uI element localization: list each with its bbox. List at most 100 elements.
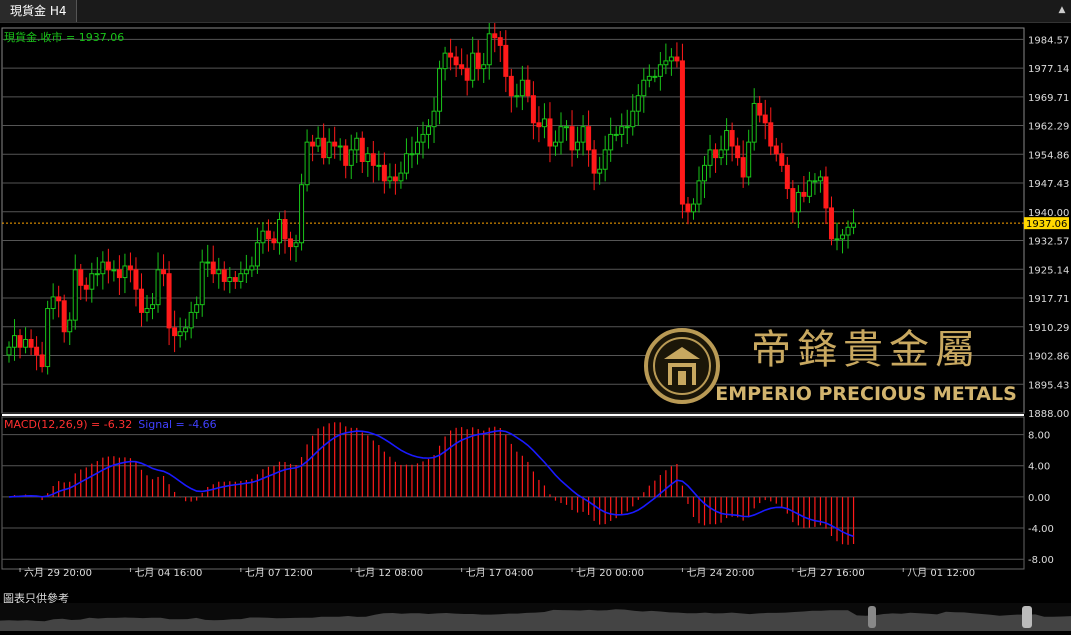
- candle-body: [713, 149, 719, 159]
- candle-body: [823, 176, 829, 209]
- y-tick-label: 1940.00: [1028, 208, 1069, 219]
- candle-body: [420, 133, 426, 143]
- candle-body: [61, 300, 67, 333]
- candle-body: [674, 56, 680, 62]
- candle-body: [271, 238, 277, 244]
- candle-body: [475, 52, 481, 70]
- candle-body: [138, 288, 144, 313]
- macd-panel-border: [1, 416, 1025, 570]
- macd-histogram: [13, 422, 855, 545]
- candle-body: [127, 265, 133, 271]
- candle-body: [89, 273, 95, 290]
- candle-body: [111, 269, 117, 272]
- candle-body: [354, 137, 360, 151]
- candle-body: [310, 141, 316, 147]
- candle-body: [304, 141, 310, 186]
- candle-body: [299, 184, 305, 244]
- candle-body: [100, 261, 106, 275]
- candle-body: [365, 153, 371, 162]
- candle-body: [552, 141, 558, 147]
- candle-body: [575, 141, 581, 151]
- candle-body: [39, 354, 45, 368]
- scroll-handle-right[interactable]: [1022, 606, 1032, 628]
- candle-body: [199, 261, 205, 306]
- candle-body: [376, 164, 382, 167]
- candle-body: [387, 176, 393, 182]
- candle-body: [321, 137, 327, 159]
- candle-body: [547, 118, 553, 147]
- candle-body: [464, 68, 470, 81]
- candle-body: [840, 234, 846, 240]
- x-tick-label: 七月 07 12:00: [245, 567, 313, 579]
- candle-body: [381, 164, 387, 182]
- candle-body: [238, 273, 244, 282]
- candle-body: [795, 191, 801, 213]
- x-tick-label: 七月 04 16:00: [134, 567, 202, 579]
- candle-body: [12, 335, 18, 348]
- x-tick-label: 七月 27 16:00: [797, 567, 865, 579]
- candle-body: [188, 311, 194, 329]
- macd-legend: MACD(12,26,9) = -6.32 Signal = -4.66: [4, 418, 217, 431]
- candle-body: [243, 269, 249, 275]
- candle-body: [586, 126, 592, 151]
- scroll-handle-left[interactable]: [868, 606, 876, 628]
- candle-body: [481, 64, 487, 70]
- candle-body: [685, 203, 691, 213]
- candle-body: [78, 269, 84, 286]
- candle-body: [183, 327, 189, 333]
- candle-body: [834, 238, 840, 241]
- candle-body: [696, 180, 702, 205]
- y-tick-label: 1925.14: [1028, 265, 1069, 276]
- y-tick-label: 1962.29: [1028, 122, 1069, 133]
- candle-body: [370, 153, 376, 166]
- candle-body: [519, 79, 525, 97]
- candle-body: [790, 188, 796, 213]
- candle-body: [514, 95, 520, 98]
- candle-body: [630, 110, 636, 128]
- candle-body: [210, 261, 216, 275]
- chart-canvas: 1984.57 1977.14 1969.71 1962.29 1954.86 1947.…: [1, 23, 1069, 579]
- candle-body: [265, 230, 271, 240]
- candle-body: [403, 153, 409, 174]
- candle-body: [536, 122, 542, 128]
- candle-body: [530, 95, 536, 124]
- candle-body: [851, 222, 857, 228]
- candle-body: [83, 284, 89, 290]
- x-tick-label: 七月 24 20:00: [686, 567, 754, 579]
- candle-body: [646, 75, 652, 81]
- candle-body: [486, 33, 492, 66]
- candle-body: [718, 149, 724, 159]
- candle-body: [6, 346, 12, 356]
- candle-body: [205, 261, 211, 264]
- y-tick-label: 1888.00: [1028, 409, 1069, 420]
- macd-y-tick-label: -4.00: [1028, 524, 1054, 535]
- collapse-icon[interactable]: ▲: [1057, 4, 1067, 16]
- chart-tab[interactable]: 現貨金 H4: [0, 0, 78, 22]
- candle-body: [619, 126, 625, 135]
- candle-body: [337, 145, 343, 148]
- candle-body: [470, 52, 476, 81]
- candle-body: [437, 68, 443, 112]
- candle-body: [597, 168, 603, 174]
- candle-body: [817, 176, 823, 182]
- candle-body: [221, 269, 227, 282]
- candle-body: [724, 130, 730, 151]
- candle-body: [751, 102, 757, 143]
- candle-body: [812, 180, 818, 183]
- title-bar: 現貨金 H4 ▲: [0, 0, 1071, 23]
- candle-body: [315, 137, 321, 147]
- candle-body: [608, 133, 614, 151]
- candle-body: [254, 242, 260, 267]
- x-tick-label: 七月 17 04:00: [466, 567, 534, 579]
- chart-scrollbar[interactable]: [0, 603, 1071, 631]
- candle-body: [34, 346, 40, 356]
- candle-body: [144, 308, 150, 313]
- y-tick-label: 1932.57: [1028, 237, 1069, 248]
- y-tick-label: 1977.14: [1028, 64, 1069, 75]
- candle-body: [177, 331, 183, 337]
- y-tick-label: 1910.29: [1028, 323, 1069, 334]
- candle-body: [453, 56, 459, 66]
- candle-body: [779, 153, 785, 166]
- candle-body: [652, 75, 658, 78]
- candle-body: [668, 56, 674, 62]
